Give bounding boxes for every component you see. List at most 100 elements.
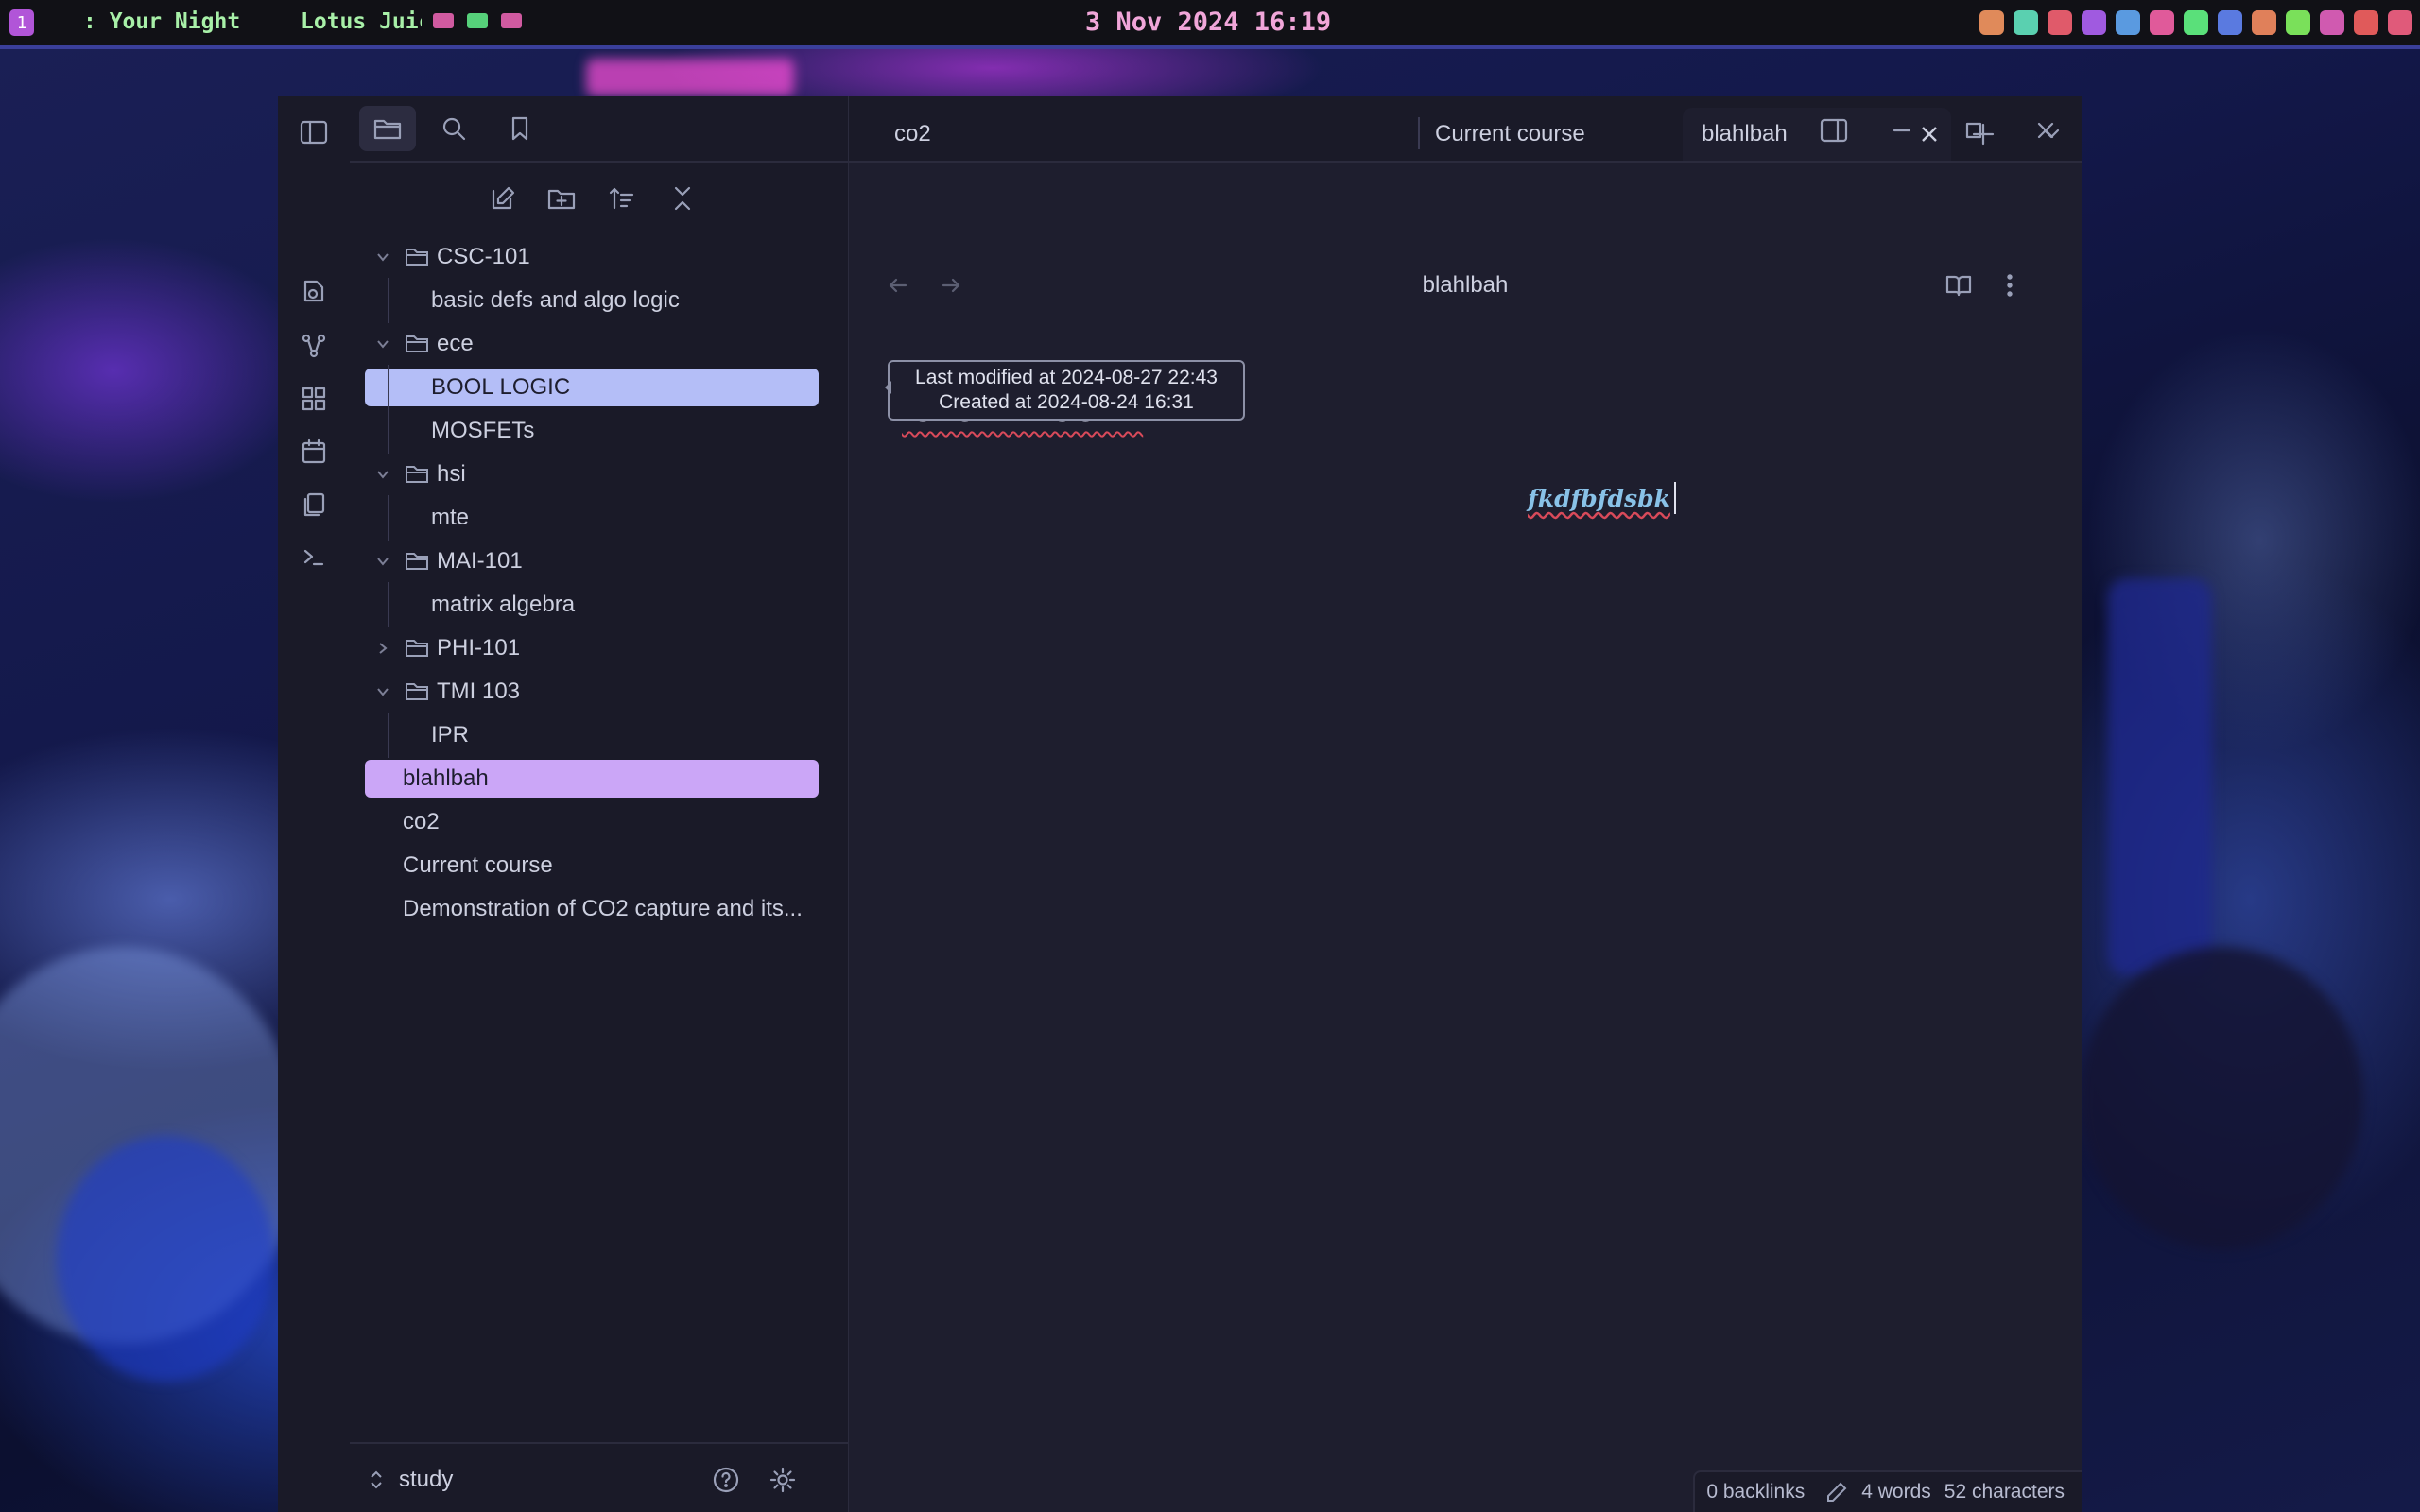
- templates-icon[interactable]: [295, 486, 333, 524]
- tree-item-label: IPR: [431, 722, 470, 747]
- media-controls: [433, 13, 522, 28]
- collapse-all-icon[interactable]: [664, 180, 701, 217]
- system-top-bar: 1 : Your Night Lotus Juice 3 Nov 2024 16…: [0, 0, 2420, 49]
- new-note-icon[interactable]: [484, 180, 522, 217]
- close-tab-icon[interactable]: [1919, 124, 1940, 145]
- reading-view-book-icon[interactable]: [1940, 268, 1978, 302]
- close-window-icon[interactable]: [2027, 112, 2065, 149]
- file-matrix-algebra[interactable]: matrix algebra: [365, 582, 819, 627]
- discord-tray-icon[interactable]: [2014, 10, 2038, 35]
- folder-csc-101[interactable]: CSC-101: [365, 238, 819, 276]
- next-track-icon[interactable]: [501, 13, 522, 28]
- lock-tray-icon[interactable]: [2354, 10, 2378, 35]
- folder-ece[interactable]: ece: [365, 325, 819, 363]
- folder-mai-101[interactable]: MAI-101: [365, 542, 819, 580]
- open-note-icon[interactable]: [295, 272, 333, 310]
- tab-current-course[interactable]: Current course: [1420, 108, 1681, 161]
- tree-item-label: ece: [437, 331, 474, 356]
- daily-note-icon[interactable]: [295, 433, 333, 471]
- app-tray-icon[interactable]: [1979, 10, 2004, 35]
- clock: 3 Nov 2024 16:19: [1085, 8, 1332, 37]
- file-co2[interactable]: co2: [365, 803, 819, 841]
- obsidian-window: CSC-101 basic defs and algo logic ece BO…: [278, 96, 2082, 1512]
- tree-item-label: matrix algebra: [431, 592, 576, 617]
- search-icon[interactable]: [435, 110, 473, 147]
- notification-tray-icon[interactable]: [2320, 10, 2344, 35]
- tab-co2[interactable]: co2: [862, 108, 1123, 161]
- chevron-down-icon: [377, 253, 389, 262]
- chevron-down-icon: [377, 340, 389, 349]
- bookmark-icon[interactable]: [501, 110, 539, 147]
- file-info-tooltip: Last modified at 2024-08-27 22:43 Create…: [885, 360, 1245, 421]
- folder-icon: [406, 466, 428, 483]
- tab-label: co2: [894, 121, 931, 146]
- chevron-down-icon: [377, 688, 389, 696]
- file-current-course[interactable]: Current course: [365, 847, 819, 885]
- tree-item-label: Current course: [403, 852, 553, 878]
- vault-switcher[interactable]: study: [369, 1461, 453, 1499]
- word-count: 4 words: [1861, 1481, 1931, 1503]
- folder-hsi[interactable]: hsi: [365, 455, 819, 493]
- status-bar: 0 backlinks 4 words 52 characters: [1693, 1470, 2082, 1512]
- pause-icon[interactable]: [467, 13, 488, 28]
- tab-label: blahlbah: [1702, 121, 1788, 146]
- view-header-title[interactable]: blahlbah: [849, 272, 2082, 299]
- ribbon: [278, 96, 352, 1512]
- tree-item-label: BOOL LOGIC: [431, 374, 571, 400]
- chevron-right-icon: [379, 643, 388, 654]
- folder-tmi-103[interactable]: TMI 103: [365, 673, 819, 711]
- minimize-icon[interactable]: [1883, 112, 1921, 149]
- vault-name: study: [399, 1467, 454, 1492]
- file-ipr[interactable]: IPR: [365, 713, 819, 758]
- file-demonstration-co2[interactable]: Demonstration of CO2 capture and its...: [365, 890, 819, 928]
- graph-view-icon[interactable]: [295, 327, 333, 365]
- tooltip-last-modified: Last modified at 2024-08-27 22:43: [915, 367, 1218, 388]
- obsidian-tray-icon[interactable]: [2082, 10, 2106, 35]
- brightness-tray-icon[interactable]: [2252, 10, 2276, 35]
- chevron-down-icon: [377, 558, 389, 566]
- chevron-down-icon: [377, 471, 389, 479]
- volume-tray-icon[interactable]: [2184, 10, 2208, 35]
- folder-icon: [406, 335, 428, 352]
- tree-item-label: CSC-101: [437, 244, 530, 269]
- files-icon[interactable]: [359, 106, 416, 151]
- editor-pane: co2 Current course blahlbah blahlbah fkd…: [849, 96, 2082, 1512]
- bluetooth-tray-icon[interactable]: [2218, 10, 2242, 35]
- tree-item-label: MAI-101: [437, 548, 523, 574]
- power-tray-icon[interactable]: [2388, 10, 2412, 35]
- edit-pencil-icon[interactable]: [1825, 1481, 1848, 1503]
- backlinks-count[interactable]: 0 backlinks: [1706, 1481, 1805, 1503]
- tab-label: Current course: [1435, 121, 1585, 146]
- sort-icon[interactable]: [603, 180, 641, 217]
- tree-item-label: co2: [403, 809, 440, 834]
- workspace-indicator[interactable]: 1: [9, 9, 34, 36]
- folder-icon: [406, 683, 428, 700]
- note-body-text[interactable]: fkdfbfdsbk: [1528, 482, 1676, 514]
- clipboard-tray-icon[interactable]: [2150, 10, 2174, 35]
- now-playing-title: : Your Night: [83, 9, 241, 34]
- maximize-icon[interactable]: [1955, 112, 1993, 149]
- wifi-tray-icon[interactable]: [2286, 10, 2310, 35]
- canvas-icon[interactable]: [295, 380, 333, 418]
- more-options-icon[interactable]: [1993, 268, 2027, 302]
- file-basic-defs[interactable]: basic defs and algo logic: [365, 278, 819, 323]
- new-folder-icon[interactable]: [543, 180, 580, 217]
- command-palette-icon[interactable]: [295, 539, 333, 576]
- text-cursor: [1673, 482, 1676, 514]
- settings-gear-icon[interactable]: [764, 1461, 802, 1499]
- tree-item-label: TMI 103: [437, 679, 521, 704]
- folder-phi-101[interactable]: PHI-101: [365, 629, 819, 667]
- code-tray-icon[interactable]: [2116, 10, 2140, 35]
- vpn-tray-icon[interactable]: [2048, 10, 2072, 35]
- help-icon[interactable]: [707, 1461, 745, 1499]
- file-mosfets[interactable]: MOSFETs: [365, 408, 819, 454]
- split-view-icon[interactable]: [1815, 112, 1853, 149]
- toggle-right-sidebar-icon[interactable]: [1813, 206, 1851, 244]
- file-bool-logic[interactable]: BOOL LOGIC: [365, 365, 819, 410]
- file-mte[interactable]: mte: [365, 495, 819, 541]
- tree-item-label: blahlbah: [403, 765, 489, 791]
- sidebar-toggle-icon[interactable]: [295, 113, 333, 151]
- file-blahlbah[interactable]: blahlbah: [365, 760, 819, 798]
- tree-item-label: MOSFETs: [431, 418, 535, 443]
- previous-track-icon[interactable]: [433, 13, 454, 28]
